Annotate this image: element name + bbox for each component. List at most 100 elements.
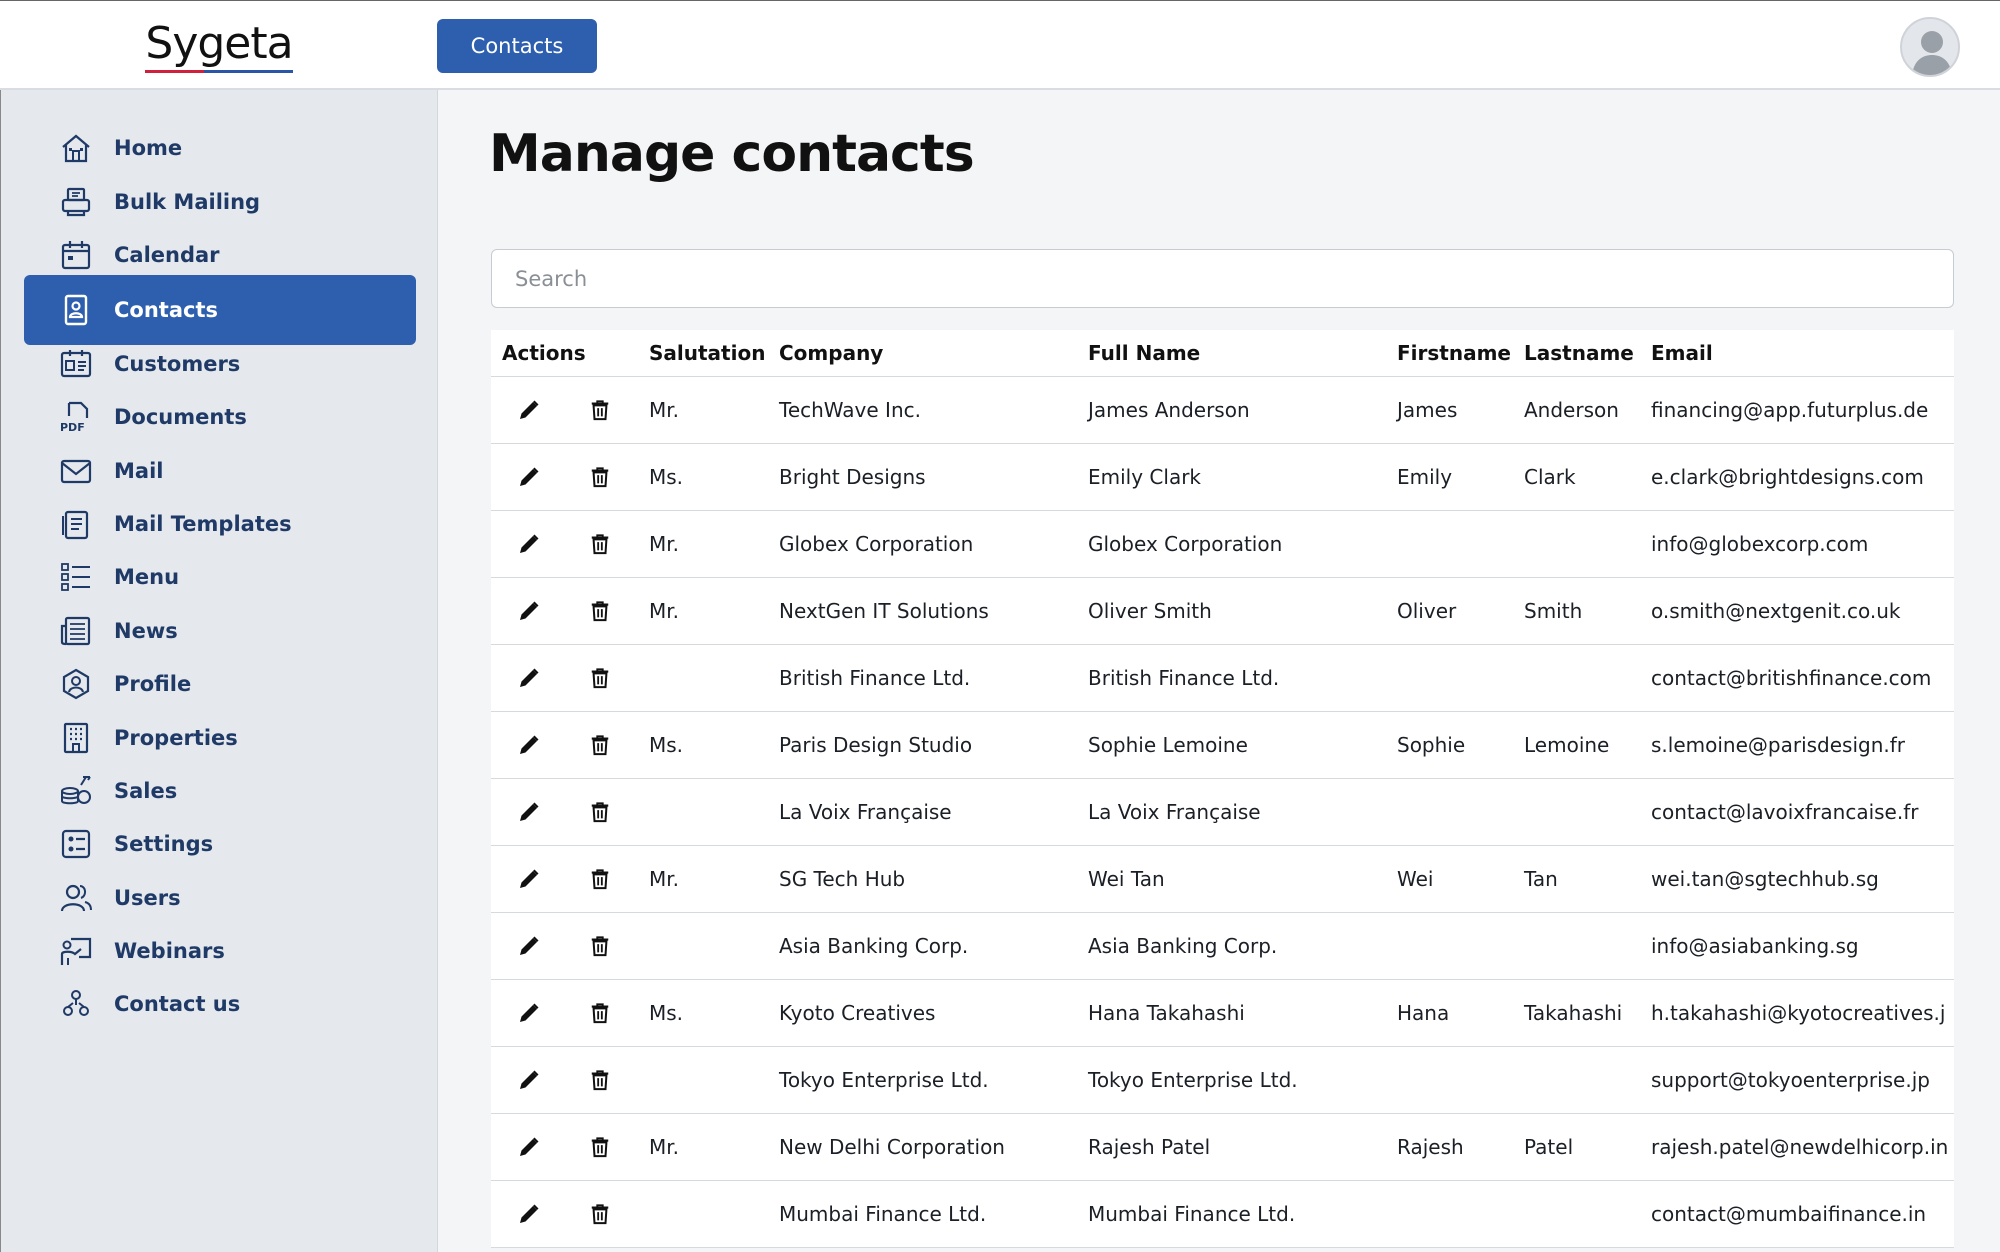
actions-cell: [491, 778, 638, 846]
cell-lastname: Tan: [1513, 845, 1640, 913]
table-row[interactable]: La Voix Française La Voix Française contac…: [491, 778, 1954, 846]
sidebar-item-label: Mail Templates: [114, 512, 292, 536]
cell-company: Tokyo Enterprise Ltd.: [768, 1046, 1077, 1114]
delete-trash-icon[interactable]: [586, 664, 614, 692]
delete-trash-icon[interactable]: [586, 1066, 614, 1094]
cell-company: NextGen IT Solutions: [768, 577, 1077, 645]
table-row[interactable]: Mr. SG Tech Hub Wei Tan Wei Tan wei.tan@sgtec…: [491, 845, 1954, 913]
table-row[interactable]: British Finance Ltd. British Finance Ltd.…: [491, 644, 1954, 712]
cell-company: British Finance Ltd.: [768, 644, 1077, 712]
sidebar-item-label: Calendar: [114, 243, 220, 267]
sidebar-item-label: Settings: [114, 832, 214, 856]
sidebar-item-label: Mail: [114, 459, 164, 483]
delete-trash-icon[interactable]: [586, 396, 614, 424]
search-input[interactable]: [491, 249, 1954, 308]
column-header-company[interactable]: Company: [768, 330, 1077, 377]
edit-pencil-icon[interactable]: [515, 530, 543, 558]
table-row[interactable]: Mr. TechWave Inc. James Anderson James Ander…: [491, 376, 1954, 444]
table-row[interactable]: Ms. Kyoto Creatives Hana Takahashi Hana Taka…: [491, 979, 1954, 1047]
sidebar-item-label: Bulk Mailing: [114, 190, 261, 214]
cell-firstname: [1386, 912, 1513, 980]
home-icon: [58, 130, 94, 166]
edit-pencil-icon[interactable]: [515, 865, 543, 893]
delete-trash-icon[interactable]: [586, 597, 614, 625]
cell-email: s.lemoine@parisdesign.fr: [1640, 711, 1954, 779]
logo-text: Sygeta: [145, 18, 294, 73]
cell-email: support@tokyoenterprise.jp: [1640, 1046, 1954, 1114]
contact-us-icon: [58, 986, 94, 1022]
delete-trash-icon[interactable]: [586, 1200, 614, 1228]
edit-pencil-icon[interactable]: [515, 798, 543, 826]
cell-full-name: Asia Banking Corp.: [1077, 912, 1386, 980]
cell-firstname: [1386, 1046, 1513, 1114]
logo[interactable]: Sygeta: [0, 1, 438, 89]
delete-trash-icon[interactable]: [586, 932, 614, 960]
sidebar-item-label: Contacts: [114, 298, 218, 322]
edit-pencil-icon[interactable]: [515, 597, 543, 625]
edit-pencil-icon[interactable]: [515, 932, 543, 960]
cell-firstname: Rajesh: [1386, 1113, 1513, 1181]
column-header-email[interactable]: Email: [1640, 330, 1954, 377]
actions-cell: [491, 644, 638, 712]
cell-firstname: [1386, 510, 1513, 578]
contacts-top-button[interactable]: Contacts: [437, 19, 597, 73]
delete-trash-icon[interactable]: [586, 1133, 614, 1161]
actions-cell: [491, 577, 638, 645]
cell-salutation: Mr.: [638, 1113, 768, 1181]
delete-trash-icon[interactable]: [586, 798, 614, 826]
edit-pencil-icon[interactable]: [515, 1066, 543, 1094]
profile-icon: [58, 666, 94, 702]
table-row[interactable]: Ms. Paris Design Studio Sophie Lemoine Soph…: [491, 711, 1954, 779]
cell-email: info@asiabanking.sg: [1640, 912, 1954, 980]
delete-trash-icon[interactable]: [586, 865, 614, 893]
cell-salutation: Mr.: [638, 376, 768, 444]
table-row[interactable]: Mumbai Finance Ltd. Mumbai Finance Ltd. co…: [491, 1180, 1954, 1248]
edit-pencil-icon[interactable]: [515, 463, 543, 491]
column-header-salutation[interactable]: Salutation: [638, 330, 768, 377]
table-row[interactable]: Mr. New Delhi Corporation Rajesh Patel Raje…: [491, 1113, 1954, 1181]
cell-company: SG Tech Hub: [768, 845, 1077, 913]
actions-cell: [491, 1113, 638, 1181]
column-header-full-name[interactable]: Full Name: [1077, 330, 1386, 377]
delete-trash-icon[interactable]: [586, 731, 614, 759]
edit-pencil-icon[interactable]: [515, 999, 543, 1027]
building-icon: [58, 720, 94, 756]
edit-pencil-icon[interactable]: [515, 396, 543, 424]
avatar[interactable]: [1900, 17, 1960, 77]
cell-firstname: Oliver: [1386, 577, 1513, 645]
delete-trash-icon[interactable]: [586, 463, 614, 491]
cell-email: e.clark@brightdesigns.com: [1640, 443, 1954, 511]
cell-firstname: [1386, 778, 1513, 846]
cell-lastname: Lemoine: [1513, 711, 1640, 779]
users-icon: [58, 880, 94, 916]
table-header-row: Actions Salutation Company Full Name Fir…: [491, 330, 1954, 377]
table-row[interactable]: Asia Banking Corp. Asia Banking Corp. info…: [491, 912, 1954, 980]
edit-pencil-icon[interactable]: [515, 731, 543, 759]
cell-firstname: Sophie: [1386, 711, 1513, 779]
table-row[interactable]: Mr. Globex Corporation Globex Corporation i…: [491, 510, 1954, 578]
table-row[interactable]: Mr. NextGen IT Solutions Oliver Smith Olive…: [491, 577, 1954, 645]
table-row[interactable]: Ms. Bright Designs Emily Clark Emily Clark e.…: [491, 443, 1954, 511]
edit-pencil-icon[interactable]: [515, 664, 543, 692]
actions-cell: [491, 1180, 638, 1248]
delete-trash-icon[interactable]: [586, 999, 614, 1027]
cell-company: Kyoto Creatives: [768, 979, 1077, 1047]
cell-company: TechWave Inc.: [768, 376, 1077, 444]
cell-full-name: Oliver Smith: [1077, 577, 1386, 645]
edit-pencil-icon[interactable]: [515, 1133, 543, 1161]
delete-trash-icon[interactable]: [586, 530, 614, 558]
cell-full-name: James Anderson: [1077, 376, 1386, 444]
table-row[interactable]: Tokyo Enterprise Ltd. Tokyo Enterprise Lt…: [491, 1046, 1954, 1114]
cell-salutation: Ms.: [638, 711, 768, 779]
template-icon: [58, 506, 94, 542]
contacts-table: Actions Salutation Company Full Name Fir…: [491, 330, 1954, 1248]
cell-full-name: Emily Clark: [1077, 443, 1386, 511]
cell-email: financing@app.futurplus.de: [1640, 376, 1954, 444]
sidebar-item-contact-us[interactable]: Contact us: [24, 969, 416, 1039]
column-header-actions[interactable]: Actions: [491, 330, 638, 377]
cell-salutation: Ms.: [638, 979, 768, 1047]
column-header-lastname[interactable]: Lastname: [1513, 330, 1640, 377]
column-header-firstname[interactable]: Firstname: [1386, 330, 1513, 377]
edit-pencil-icon[interactable]: [515, 1200, 543, 1228]
cell-full-name: Tokyo Enterprise Ltd.: [1077, 1046, 1386, 1114]
